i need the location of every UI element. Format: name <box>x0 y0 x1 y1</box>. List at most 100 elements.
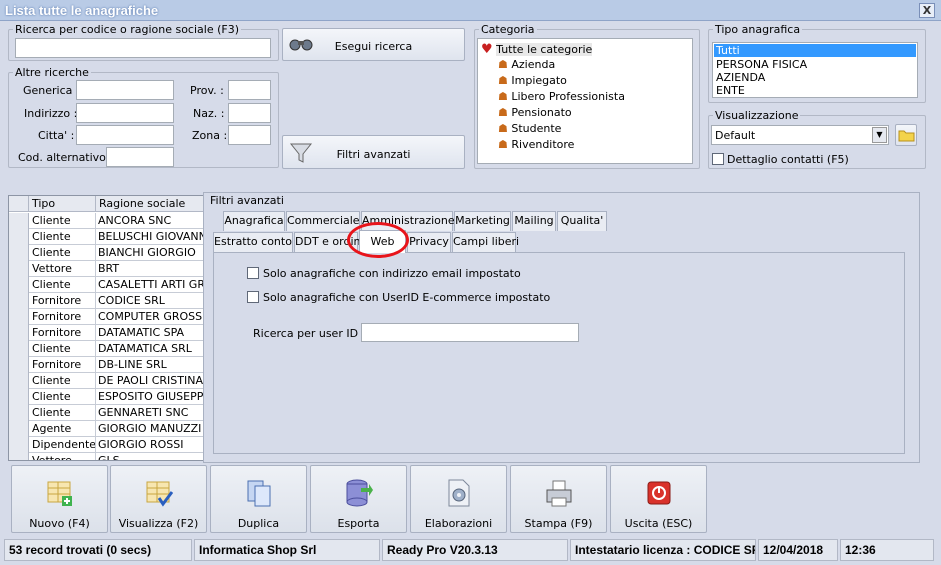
cell-tipo[interactable]: Cliente <box>32 246 71 259</box>
row-indicator[interactable] <box>9 245 29 261</box>
records-grid[interactable]: Tipo Ragione sociale Cliente ANCORA SNC Cl… <box>8 195 204 461</box>
grid-header-tipo[interactable]: Tipo <box>29 196 96 212</box>
table-row[interactable]: Agente GIORGIO MANUZZI (C <box>9 421 203 437</box>
row-indicator[interactable] <box>9 341 29 357</box>
cell-tipo[interactable]: Fornitore <box>32 294 81 307</box>
view-select[interactable]: Default ▼ <box>711 125 889 145</box>
cell-tipo[interactable]: Fornitore <box>32 358 81 371</box>
cell-ragione-sociale[interactable]: GENNARETI SNC <box>98 406 203 419</box>
cell-ragione-sociale[interactable]: DATAMATIC SPA <box>98 326 203 339</box>
tab-campi-liberi[interactable]: Campi liberi <box>452 232 519 252</box>
cell-tipo[interactable]: Vettore <box>32 262 72 275</box>
exit-button[interactable]: Uscita (ESC) <box>610 465 707 533</box>
category-item-pensionato[interactable]: ☗ Pensionato <box>498 106 572 119</box>
export-button[interactable]: Esporta <box>310 465 407 533</box>
cell-ragione-sociale[interactable]: ANCORA SNC <box>98 214 203 227</box>
cell-ragione-sociale[interactable]: ESPOSITO GIUSEPPE <box>98 390 203 403</box>
category-item-libero[interactable]: ☗ Libero Professionista <box>498 90 625 103</box>
search-input[interactable] <box>15 38 271 58</box>
table-row[interactable]: Cliente ESPOSITO GIUSEPPE <box>9 389 203 405</box>
cell-tipo[interactable]: Fornitore <box>32 310 81 323</box>
tab-anagrafica[interactable]: Anagrafica <box>223 211 285 231</box>
table-row[interactable]: Cliente CASALETTI ARTI GRA <box>9 277 203 293</box>
email-filter-checkbox[interactable] <box>247 267 259 279</box>
cell-ragione-sociale[interactable]: BIANCHI GIORGIO <box>98 246 203 259</box>
cell-ragione-sociale[interactable]: GIORGIO ROSSI <box>98 438 203 451</box>
cell-ragione-sociale[interactable]: DB-LINE SRL <box>98 358 203 371</box>
cell-tipo[interactable]: Fornitore <box>32 326 81 339</box>
type-item-azienda[interactable]: AZIENDA <box>716 71 765 84</box>
tab-privacy[interactable]: Privacy <box>407 232 451 252</box>
cod-alt-input[interactable] <box>106 147 174 167</box>
cell-tipo[interactable]: Cliente <box>32 342 71 355</box>
citta-input[interactable] <box>76 125 174 145</box>
table-row[interactable]: Dipendente GIORGIO ROSSI <box>9 437 203 453</box>
grid-header-ragione[interactable]: Ragione sociale <box>96 196 203 212</box>
category-tree[interactable]: ♥ Tutte le categorie ☗ Azienda ☗ Impiega… <box>477 38 693 164</box>
generica-input[interactable] <box>76 80 174 100</box>
table-row[interactable]: Cliente BELUSCHI GIOVANNI <box>9 229 203 245</box>
indirizzo-input[interactable] <box>76 103 174 123</box>
tab-marketing[interactable]: Marketing <box>454 211 511 231</box>
row-indicator[interactable] <box>9 293 29 309</box>
tab-mailing[interactable]: Mailing <box>512 211 556 231</box>
cell-ragione-sociale[interactable]: BRT <box>98 262 203 275</box>
type-list[interactable]: Tutti PERSONA FISICA AZIENDA ENTE <box>712 42 918 98</box>
type-item-ente[interactable]: ENTE <box>716 84 745 97</box>
table-row[interactable]: Cliente BIANCHI GIORGIO <box>9 245 203 261</box>
cell-ragione-sociale[interactable]: DATAMATICA SRL <box>98 342 203 355</box>
search-button[interactable]: Esegui ricerca <box>282 28 465 61</box>
cell-tipo[interactable]: Cliente <box>32 230 71 243</box>
prov-input[interactable] <box>228 80 271 100</box>
tab-estratto-conto[interactable]: Estratto conto <box>213 232 293 252</box>
row-indicator[interactable] <box>9 373 29 389</box>
category-item-azienda[interactable]: ☗ Azienda <box>498 58 555 71</box>
cell-tipo[interactable]: Dipendente <box>32 438 96 451</box>
table-row[interactable]: Fornitore DATAMATIC SPA <box>9 325 203 341</box>
table-row[interactable]: Fornitore COMPUTER GROSS SP <box>9 309 203 325</box>
table-row[interactable]: Cliente DATAMATICA SRL <box>9 341 203 357</box>
row-indicator[interactable] <box>9 437 29 453</box>
view-button[interactable]: Visualizza (F2) <box>110 465 207 533</box>
cell-tipo[interactable]: Agente <box>32 422 71 435</box>
naz-input[interactable] <box>228 103 271 123</box>
duplicate-button[interactable]: Duplica <box>210 465 307 533</box>
cell-tipo[interactable]: Cliente <box>32 214 71 227</box>
row-indicator[interactable] <box>9 229 29 245</box>
chevron-down-icon[interactable]: ▼ <box>872 127 887 143</box>
row-indicator[interactable] <box>9 325 29 341</box>
cell-ragione-sociale[interactable]: BELUSCHI GIOVANNI <box>98 230 203 243</box>
advanced-filters-button[interactable]: Filtri avanzati <box>282 135 465 169</box>
row-indicator[interactable] <box>9 309 29 325</box>
cell-ragione-sociale[interactable]: CASALETTI ARTI GRA <box>98 278 203 291</box>
row-indicator[interactable] <box>9 261 29 277</box>
zona-input[interactable] <box>228 125 271 145</box>
cell-ragione-sociale[interactable]: GIORGIO MANUZZI (C <box>98 422 203 435</box>
row-indicator[interactable] <box>9 389 29 405</box>
tab-qualita[interactable]: Qualita' <box>557 211 607 231</box>
row-indicator[interactable] <box>9 421 29 437</box>
cell-ragione-sociale[interactable]: GLS <box>98 454 203 460</box>
cell-tipo[interactable]: Cliente <box>32 390 71 403</box>
close-button[interactable]: X <box>919 3 935 18</box>
category-item-studente[interactable]: ☗ Studente <box>498 122 561 135</box>
folder-button[interactable] <box>895 124 917 146</box>
cell-ragione-sociale[interactable]: CODICE SRL <box>98 294 203 307</box>
tab-commerciale[interactable]: Commerciale <box>286 211 360 231</box>
type-item-tutti[interactable]: Tutti <box>714 44 916 57</box>
userid-search-input[interactable] <box>361 323 579 342</box>
cell-tipo[interactable]: Cliente <box>32 374 71 387</box>
cell-tipo[interactable]: Cliente <box>32 406 71 419</box>
details-checkbox[interactable] <box>712 153 724 165</box>
table-row[interactable]: Vettore BRT <box>9 261 203 277</box>
processing-button[interactable]: Elaborazioni <box>410 465 507 533</box>
table-row[interactable]: Fornitore DB-LINE SRL <box>9 357 203 373</box>
type-item-persona[interactable]: PERSONA FISICA <box>716 58 807 71</box>
table-row[interactable]: Vettore GLS <box>9 453 203 460</box>
cell-ragione-sociale[interactable]: COMPUTER GROSS SP <box>98 310 203 323</box>
category-item-all[interactable]: ♥ Tutte le categorie <box>481 42 593 57</box>
cell-tipo[interactable]: Cliente <box>32 278 71 291</box>
table-row[interactable]: Fornitore CODICE SRL <box>9 293 203 309</box>
row-indicator[interactable] <box>9 357 29 373</box>
userid-filter-checkbox[interactable] <box>247 291 259 303</box>
